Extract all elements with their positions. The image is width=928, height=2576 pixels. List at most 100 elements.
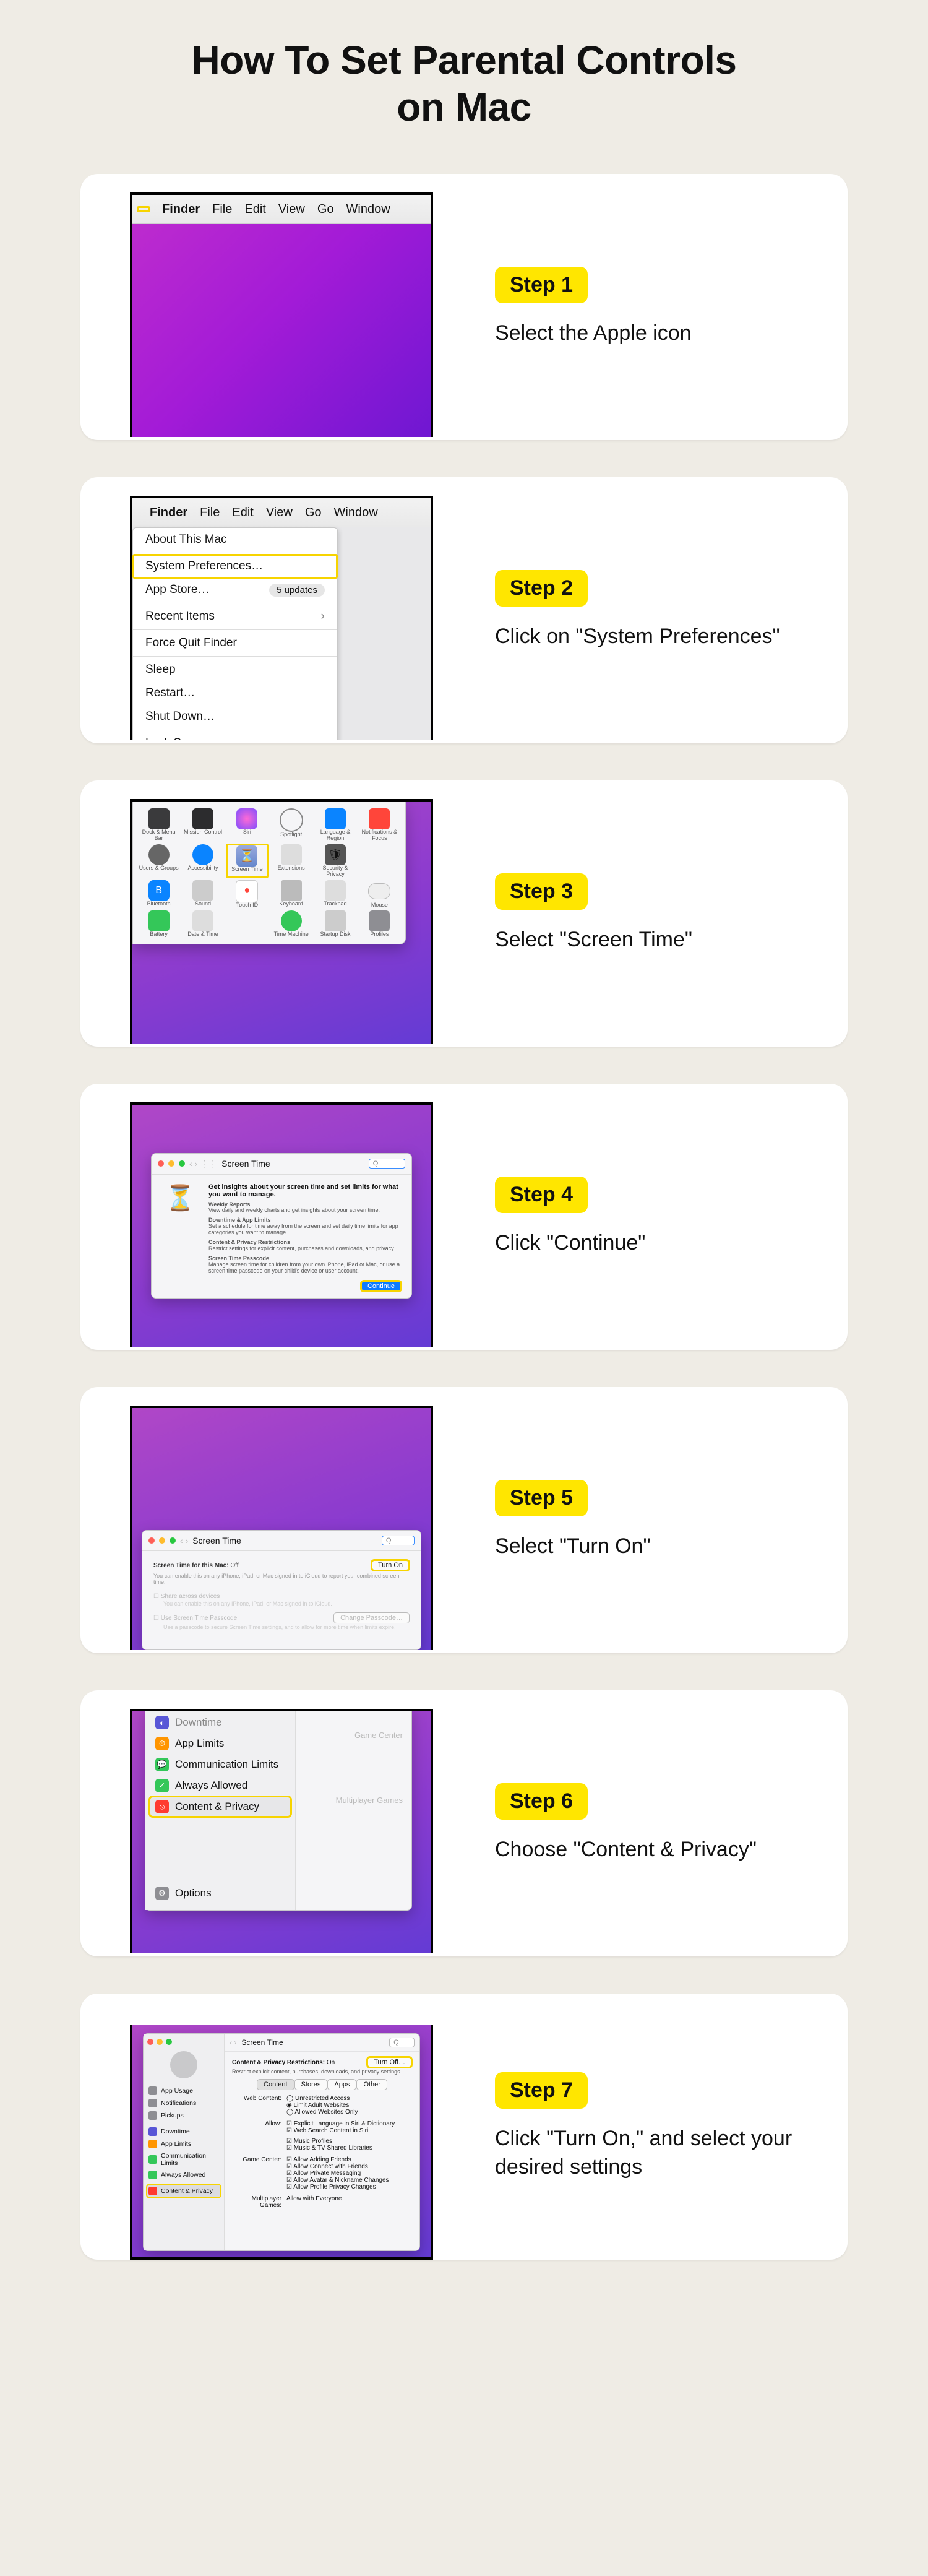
menu-finder[interactable]: Finder bbox=[150, 506, 187, 520]
menu-force-quit[interactable]: Force Quit Finder bbox=[133, 631, 337, 655]
pref-trackpad[interactable]: Trackpad bbox=[314, 901, 356, 907]
sidebar-item[interactable]: Pickups bbox=[147, 2109, 220, 2122]
menu-view[interactable]: View bbox=[278, 202, 305, 217]
pref-language[interactable]: Language & Region bbox=[314, 829, 356, 842]
menu-file[interactable]: File bbox=[212, 202, 232, 217]
gc-private-msg[interactable]: ☑ Allow Private Messaging bbox=[286, 2170, 412, 2177]
tab-stores[interactable]: Stores bbox=[294, 2079, 328, 2090]
max-icon[interactable] bbox=[179, 1160, 185, 1167]
max-icon[interactable] bbox=[166, 2039, 172, 2045]
gc-avatar[interactable]: ☑ Allow Avatar & Nickname Changes bbox=[286, 2177, 412, 2184]
web-limitadult[interactable]: ◉ Limit Adult Websites bbox=[286, 2102, 412, 2109]
menu-go[interactable]: Go bbox=[305, 506, 322, 520]
close-icon[interactable] bbox=[158, 1160, 164, 1167]
allow-music-profiles[interactable]: ☑ Music Profiles bbox=[286, 2138, 412, 2145]
pref-accessibility[interactable]: Accessibility bbox=[182, 865, 223, 871]
change-passcode-button[interactable]: Change Passcode… bbox=[333, 1612, 410, 1623]
pref-sound[interactable]: Sound bbox=[182, 901, 223, 907]
menu-recent-items[interactable]: Recent Items› bbox=[133, 605, 337, 628]
game-center-label: Game Center bbox=[304, 1731, 403, 1740]
menu-window[interactable]: Window bbox=[334, 506, 378, 520]
allow-explicit[interactable]: ☑ Explicit Language in Siri & Dictionary bbox=[286, 2120, 412, 2127]
pref-spotlight[interactable]: Spotlight bbox=[270, 832, 312, 838]
menu-go[interactable]: Go bbox=[317, 202, 334, 217]
turn-off-button[interactable]: Turn Off… bbox=[367, 2057, 412, 2068]
pref-bluetooth[interactable]: Bluetooth bbox=[138, 901, 179, 907]
menu-about-mac[interactable]: About This Mac bbox=[133, 528, 337, 551]
tab-content[interactable]: Content bbox=[257, 2079, 294, 2090]
min-icon[interactable] bbox=[159, 1537, 165, 1544]
sidebar-item[interactable]: App Usage bbox=[147, 2085, 220, 2097]
close-icon[interactable] bbox=[148, 1537, 155, 1544]
pref-profiles[interactable]: Profiles bbox=[359, 931, 400, 938]
sidebar-item-communication[interactable]: 💬Communication Limits bbox=[149, 1754, 291, 1775]
continue-button[interactable]: Continue bbox=[361, 1281, 402, 1292]
close-icon[interactable] bbox=[147, 2039, 153, 2045]
search-input[interactable]: Q bbox=[382, 1536, 415, 1545]
gc-profile-privacy[interactable]: ☑ Allow Profile Privacy Changes bbox=[286, 2184, 412, 2190]
pref-users[interactable]: Users & Groups bbox=[138, 865, 179, 871]
sidebar-item[interactable]: Content & Privacy bbox=[147, 2185, 220, 2197]
step-badge: Step 3 bbox=[495, 873, 588, 910]
sidebar-item-downtime[interactable]: ◐Downtime bbox=[149, 1712, 291, 1733]
gc-connect-friends[interactable]: ☑ Allow Connect with Friends bbox=[286, 2163, 412, 2170]
search-input[interactable]: Q bbox=[369, 1159, 405, 1169]
pref-mission[interactable]: Mission Control bbox=[182, 829, 223, 836]
min-icon[interactable] bbox=[157, 2039, 163, 2045]
menu-lock-screen[interactable]: Lock Screen bbox=[133, 732, 337, 740]
sidebar-item[interactable]: Downtime bbox=[147, 2125, 220, 2138]
menu-window[interactable]: Window bbox=[346, 202, 390, 217]
multiplayer-value[interactable]: Allow with Everyone bbox=[286, 2195, 412, 2209]
max-icon[interactable] bbox=[170, 1537, 176, 1544]
pref-touchid[interactable]: Touch ID bbox=[226, 902, 268, 909]
window-title: Screen Time bbox=[192, 1536, 241, 1545]
menu-shut-down[interactable]: Shut Down… bbox=[133, 705, 337, 728]
pref-datetime[interactable]: Date & Time bbox=[182, 931, 223, 938]
pref-siri[interactable]: Siri bbox=[226, 829, 268, 836]
pref-notifications[interactable]: Notifications & Focus bbox=[359, 829, 400, 842]
web-allowedonly[interactable]: ◯ Allowed Websites Only bbox=[286, 2109, 412, 2116]
pref-timemachine[interactable]: Time Machine bbox=[270, 931, 312, 938]
content-privacy-window: App UsageNotificationsPickupsDowntimeApp… bbox=[143, 2033, 420, 2251]
sidebar-item[interactable]: Notifications bbox=[147, 2097, 220, 2109]
search-input[interactable]: Q bbox=[389, 2038, 415, 2047]
sidebar-item-content-privacy[interactable]: ⦸Content & Privacy bbox=[149, 1796, 291, 1817]
menu-finder[interactable]: Finder bbox=[162, 202, 200, 217]
tab-apps[interactable]: Apps bbox=[327, 2079, 356, 2090]
step-badge: Step 5 bbox=[495, 1480, 588, 1516]
pref-security[interactable]: Security & Privacy bbox=[314, 865, 356, 878]
sidebar-item[interactable]: Always Allowed bbox=[147, 2169, 220, 2181]
min-icon[interactable] bbox=[168, 1160, 174, 1167]
menu-system-preferences[interactable]: System Preferences… bbox=[133, 555, 337, 578]
allow-web-siri[interactable]: ☑ Web Search Content in Siri bbox=[286, 2127, 412, 2134]
sidebar-item-always-allowed[interactable]: ✓Always Allowed bbox=[149, 1775, 291, 1796]
web-content-label: Web Content: bbox=[232, 2095, 281, 2116]
pref-startup[interactable]: Startup Disk bbox=[314, 931, 356, 938]
sidebar-item[interactable]: App Limits bbox=[147, 2138, 220, 2150]
menu-view[interactable]: View bbox=[266, 506, 293, 520]
menu-file[interactable]: File bbox=[200, 506, 220, 520]
pref-extensions[interactable]: Extensions bbox=[270, 865, 312, 871]
pref-keyboard[interactable]: Keyboard bbox=[270, 901, 312, 907]
sidebar-item-app-limits[interactable]: ⏱App Limits bbox=[149, 1733, 291, 1754]
gc-add-friends[interactable]: ☑ Allow Adding Friends bbox=[286, 2156, 412, 2163]
pref-screen-time[interactable]: Screen Time bbox=[228, 867, 267, 873]
sidebar-item-options[interactable]: ⚙︎Options bbox=[149, 1883, 291, 1904]
pref-dock[interactable]: Dock & Menu Bar bbox=[138, 829, 179, 842]
pref-battery[interactable]: Battery bbox=[138, 931, 179, 938]
menu-restart[interactable]: Restart… bbox=[133, 681, 337, 705]
menu-edit[interactable]: Edit bbox=[232, 506, 253, 520]
menu-edit[interactable]: Edit bbox=[244, 202, 265, 217]
menu-sleep[interactable]: Sleep bbox=[133, 658, 337, 681]
use-passcode-chk[interactable]: Use Screen Time Passcode bbox=[161, 1615, 237, 1622]
tab-other[interactable]: Other bbox=[356, 2079, 387, 2090]
share-devices-chk[interactable]: Share across devices bbox=[161, 1593, 220, 1600]
menu-app-store[interactable]: App Store…5 updates bbox=[133, 578, 337, 602]
window-title: Screen Time bbox=[221, 1159, 270, 1169]
web-unrestricted[interactable]: ◯ Unrestricted Access bbox=[286, 2095, 412, 2102]
turn-on-button[interactable]: Turn On bbox=[371, 1560, 410, 1571]
pref-mouse[interactable]: Mouse bbox=[359, 902, 400, 909]
sidebar-item[interactable]: Communication Limits bbox=[147, 2150, 220, 2169]
apple-icon[interactable] bbox=[137, 207, 150, 212]
allow-shared-libs[interactable]: ☑ Music & TV Shared Libraries bbox=[286, 2145, 412, 2151]
